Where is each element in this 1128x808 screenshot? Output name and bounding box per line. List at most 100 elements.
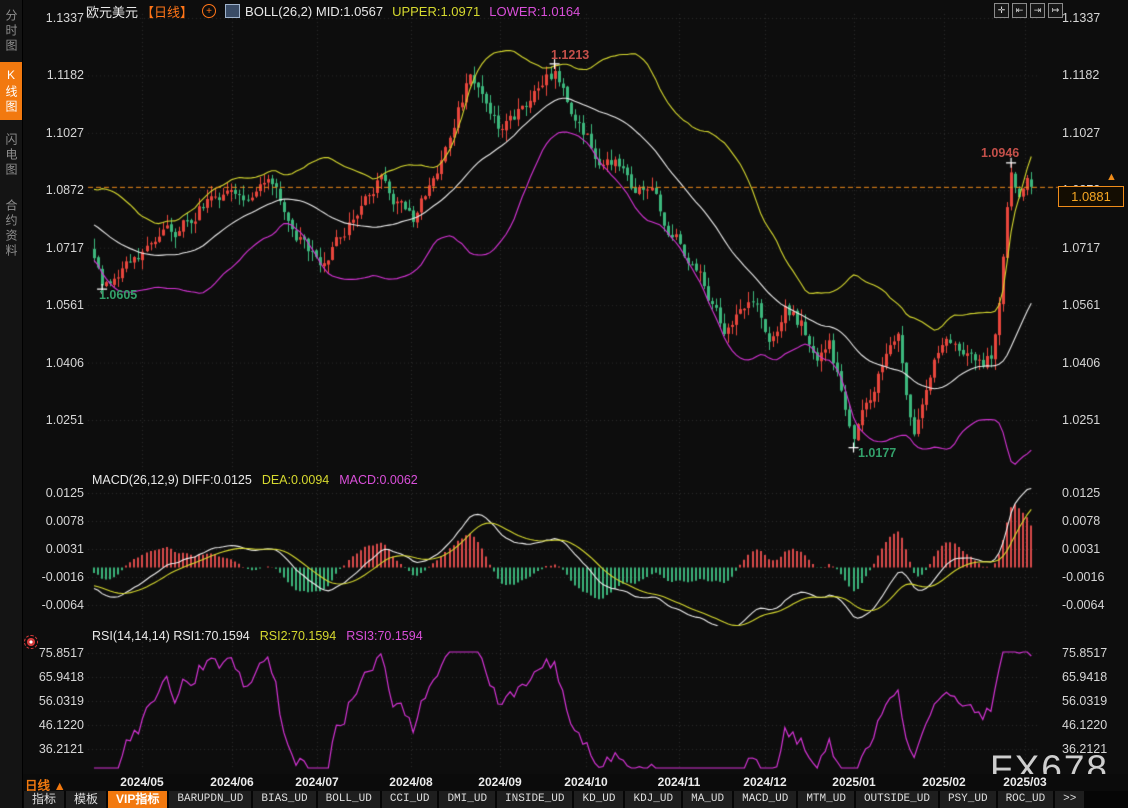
- expand-x-axis-icon[interactable]: ⇥: [1030, 3, 1045, 18]
- macd-dea-value: DEA:0.0094: [262, 473, 329, 487]
- axis-tick: 1.0717: [1062, 241, 1126, 255]
- sidebar-item-3[interactable]: 闪电图: [0, 126, 22, 184]
- indicator-tab-kdj_ud[interactable]: KDJ_UD: [625, 791, 681, 808]
- boll-lower-value: LOWER:1.0164: [489, 4, 580, 19]
- axis-tick: 1.0561: [22, 298, 84, 312]
- indicator-tab-boll_ud[interactable]: BOLL_UD: [318, 791, 380, 808]
- trading-terminal: 分时图K线图闪电图合约资料 欧元美元 【日线】 + BOLL(26,2) MID…: [0, 0, 1128, 808]
- swing-high-label-1: 1.1213: [551, 48, 589, 62]
- x-axis-date: 2024/10: [551, 775, 621, 789]
- swing-high-label-2: 1.0946: [981, 146, 1019, 160]
- x-axis-date: 2024/11: [644, 775, 714, 789]
- axis-tick: 1.1337: [1062, 11, 1126, 25]
- macd-macd-value: MACD:0.0062: [339, 473, 418, 487]
- rsi-title: RSI(14,14,14): [92, 629, 170, 643]
- sidebar-item-1[interactable]: 分时图: [0, 2, 22, 60]
- axis-tick: 65.9418: [1062, 670, 1126, 684]
- rsi2-value: RSI2:70.1594: [260, 629, 336, 643]
- chart-mode-sidebar: 分时图K线图闪电图合约资料: [0, 0, 23, 808]
- axis-tick: 0.0125: [1062, 486, 1126, 500]
- axis-tick: -0.0016: [22, 570, 84, 584]
- axis-tick: 1.0872: [22, 183, 84, 197]
- axis-tick: 1.0251: [1062, 413, 1126, 427]
- axis-tick: 0.0031: [22, 542, 84, 556]
- axis-tick: 0.0125: [22, 486, 84, 500]
- x-axis-date: 2025/01: [819, 775, 889, 789]
- indicator-tab-psy_ud[interactable]: PSY_UD: [940, 791, 996, 808]
- indicator-tab-bias_ud[interactable]: BIAS_UD: [253, 791, 315, 808]
- axis-tick: -0.0064: [1062, 598, 1126, 612]
- axis-tick: 1.0251: [22, 413, 84, 427]
- indicator-tab-roc_ud[interactable]: ROC_UD: [998, 791, 1054, 808]
- price-direction-arrow-icon: ▲: [1106, 171, 1117, 183]
- axis-tick: 56.0319: [1062, 694, 1126, 708]
- axis-tick: 1.1182: [1062, 68, 1126, 82]
- rsi-panel-header: RSI(14,14,14) RSI1:70.1594 RSI2:70.1594 …: [92, 629, 423, 643]
- indicator-tab-inside_ud[interactable]: INSIDE_UD: [497, 791, 572, 808]
- chart-header: 欧元美元 【日线】 + BOLL(26,2) MID:1.0567 UPPER:…: [86, 3, 580, 19]
- indicator-tab-macd_ud[interactable]: MACD_UD: [734, 791, 796, 808]
- x-axis-date: 2024/06: [197, 775, 267, 789]
- axis-tick: 46.1220: [22, 718, 84, 732]
- x-axis-date: 2024/12: [730, 775, 800, 789]
- axis-tick: 56.0319: [22, 694, 84, 708]
- axis-tick: 1.1182: [22, 68, 84, 82]
- macd-title: MACD(26,12,9): [92, 473, 179, 487]
- x-axis-date: 2024/08: [376, 775, 446, 789]
- indicator-tab-outside_ud[interactable]: OUTSIDE_UD: [856, 791, 938, 808]
- axis-tick: 65.9418: [22, 670, 84, 684]
- chart-tool-icons: ✛⇤⇥↦: [994, 3, 1063, 18]
- axis-tick: 1.1337: [22, 11, 84, 25]
- indicator-tab-barupdn_ud[interactable]: BARUPDN_UD: [169, 791, 251, 808]
- last-price-box: 1.0881: [1058, 186, 1124, 207]
- axis-tick: 1.0717: [22, 241, 84, 255]
- price-chart-canvas[interactable]: [0, 0, 1128, 792]
- axis-tick: 36.2121: [22, 742, 84, 756]
- rsi1-value: RSI1:70.1594: [173, 629, 249, 643]
- pan-right-icon[interactable]: ↦: [1048, 3, 1063, 18]
- add-indicator-icon[interactable]: +: [202, 4, 216, 18]
- indicator-tab-dmi_ud[interactable]: DMI_UD: [439, 791, 495, 808]
- x-axis-date: 2024/09: [465, 775, 535, 789]
- axis-tick: 0.0078: [1062, 514, 1126, 528]
- period-tag[interactable]: 【日线】: [141, 2, 193, 21]
- sidebar-item-2[interactable]: K线图: [0, 62, 22, 120]
- swing-low-label-1: 1.0605: [99, 288, 137, 302]
- axis-tick: 46.1220: [1062, 718, 1126, 732]
- axis-tick: 0.0078: [22, 514, 84, 528]
- axis-tick: 0.0031: [1062, 542, 1126, 556]
- x-axis-date: 2024/05: [107, 775, 177, 789]
- macd-diff-value: DIFF:0.0125: [182, 473, 251, 487]
- x-axis-date: 2024/07: [282, 775, 352, 789]
- axis-tick: 1.0561: [1062, 298, 1126, 312]
- rsi3-value: RSI3:70.1594: [346, 629, 422, 643]
- indicator-tab-bar: 指标模板VIP指标BARUPDN_UDBIAS_UDBOLL_UDCCI_UDD…: [22, 791, 1128, 808]
- shrink-x-axis-icon[interactable]: ⇤: [1012, 3, 1027, 18]
- sidebar-item-4[interactable]: 合约资料: [0, 190, 22, 268]
- indicator-tab-cci_ud[interactable]: CCI_UD: [382, 791, 438, 808]
- axis-tick: -0.0016: [1062, 570, 1126, 584]
- boll-upper-value: UPPER:1.0971: [392, 4, 480, 19]
- axis-tick: 1.1027: [22, 126, 84, 140]
- indicator-tab-[interactable]: 指标: [24, 791, 64, 808]
- x-axis-date: 2025/03: [990, 775, 1060, 789]
- indicator-tab-mtm_ud[interactable]: MTM_UD: [798, 791, 854, 808]
- macd-panel-header: MACD(26,12,9) DIFF:0.0125 DEA:0.0094 MAC…: [92, 473, 418, 487]
- axis-tick: 1.1027: [1062, 126, 1126, 140]
- symbol-name: 欧元美元: [86, 2, 138, 21]
- swing-low-label-2: 1.0177: [858, 446, 896, 460]
- indicator-tab-ma_ud[interactable]: MA_UD: [683, 791, 732, 808]
- indicator-tab->>[interactable]: >>: [1055, 791, 1084, 808]
- indicator-tab-[interactable]: 模板: [66, 791, 106, 808]
- axis-tick: -0.0064: [22, 598, 84, 612]
- x-axis-date: 2025/02: [909, 775, 979, 789]
- boll-mid-value: MID:1.0567: [316, 4, 383, 19]
- chart-type-icon[interactable]: [225, 4, 240, 18]
- axis-tick: 75.8517: [1062, 646, 1126, 660]
- indicator-tab-vip[interactable]: VIP指标: [108, 791, 167, 808]
- axis-tick: 1.0406: [1062, 356, 1126, 370]
- axis-tick: 1.0406: [22, 356, 84, 370]
- alert-icon[interactable]: [24, 635, 38, 649]
- indicator-tab-kd_ud[interactable]: KD_UD: [574, 791, 623, 808]
- crosshair-icon[interactable]: ✛: [994, 3, 1009, 18]
